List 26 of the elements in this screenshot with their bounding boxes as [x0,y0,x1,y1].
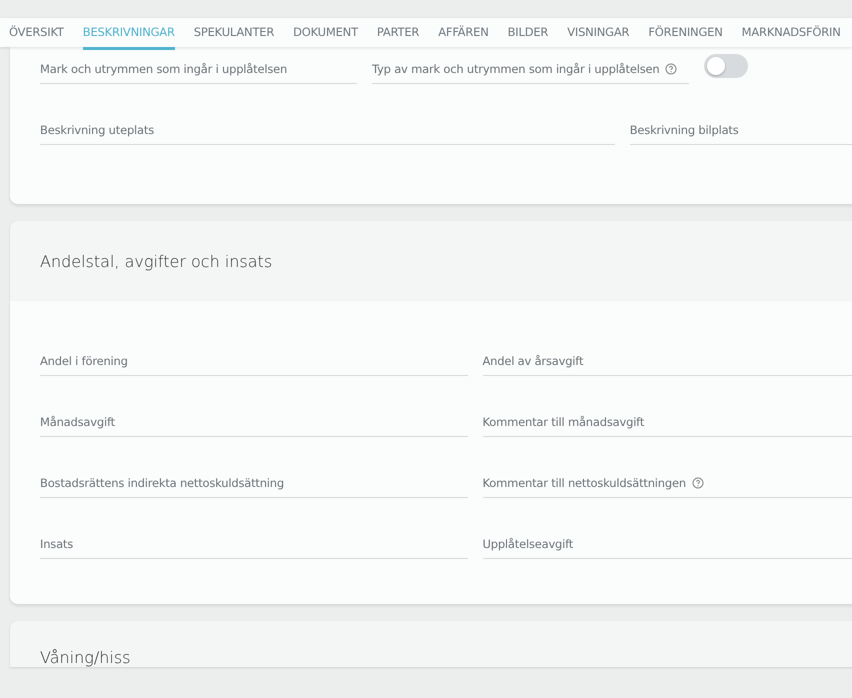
input-field[interactable]: Beskrivning uteplats [40,113,615,145]
input-field[interactable]: Beskrivning bilplats [630,113,852,145]
input-field[interactable]: Kommentar till månadsavgift [482,405,852,437]
tab[interactable]: VISNINGAR [558,18,639,50]
tab[interactable]: ÖVERSIKT [9,18,74,50]
input-field[interactable]: Andel av årsavgift [482,344,852,376]
section-title: Våning/hiss [40,648,130,667]
tab[interactable]: MARKNADSFÖRIN [732,18,850,50]
tab[interactable]: PARTER [367,18,429,50]
tab[interactable]: AFFÄREN [428,18,498,50]
input-field[interactable]: Insats [40,527,468,559]
input-field[interactable]: Typ av mark och utrymmen som ingår i upplåtelsen [372,52,689,84]
toggle-switch[interactable] [704,54,748,78]
tab[interactable]: DOKUMENT [284,18,368,50]
input-field[interactable]: Bostadsrättens indirekta nettoskuldsättning [40,466,468,498]
input-field[interactable]: Kommentar till nettoskuldsättningen [482,466,852,498]
section-title: Andelstal, avgifter och insats [40,252,272,270]
input-field[interactable]: Upplåtelseavgift [482,527,852,559]
tab[interactable]: BILDER [498,18,558,50]
input-field[interactable]: Månadsavgift [40,405,468,437]
help-icon[interactable] [665,62,678,74]
tab[interactable]: SPEKULANTER [184,18,284,50]
help-icon[interactable] [692,476,704,488]
input-field[interactable]: Andel i förening [40,344,468,376]
tab[interactable]: FÖRENINGEN [638,18,732,50]
input-field[interactable]: Mark och utrymmen som ingår i upplåtelsen [40,52,357,84]
